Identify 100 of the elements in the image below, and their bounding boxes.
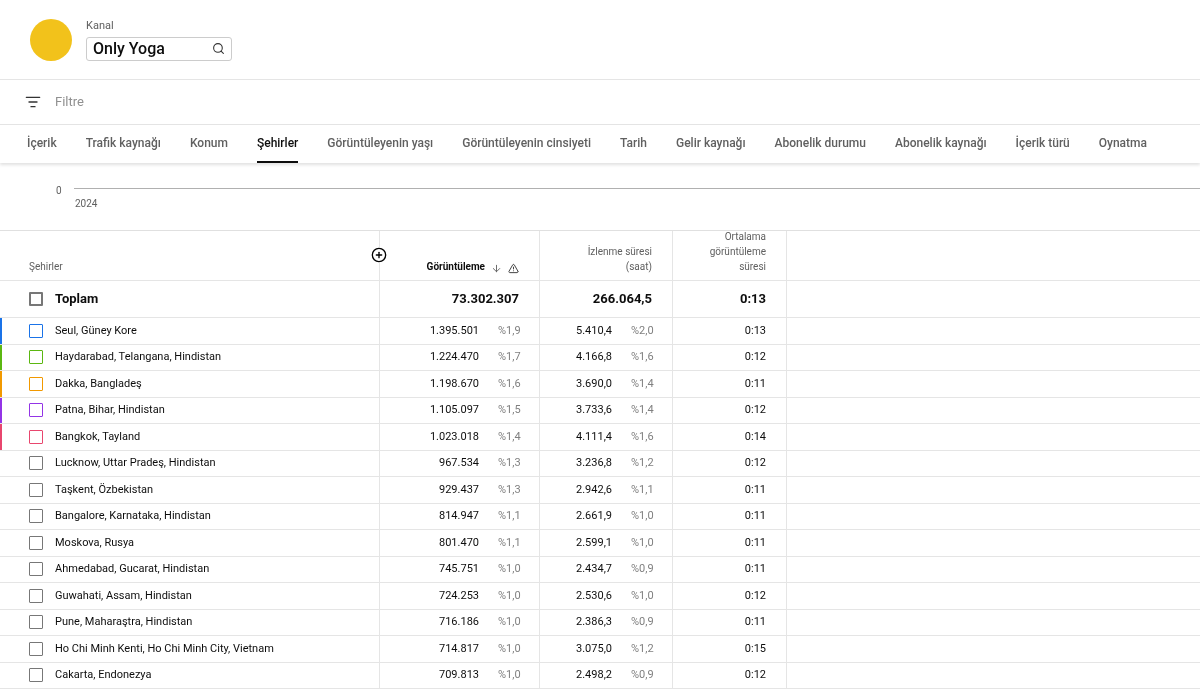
filter-field[interactable]: Filtre xyxy=(55,92,355,112)
checkbox[interactable] xyxy=(29,376,43,391)
views-percent: %1,6 xyxy=(498,375,519,392)
warning-icon xyxy=(508,263,519,274)
tab[interactable]: İçerik türü xyxy=(1015,125,1070,163)
avg-duration-value: 0:12 xyxy=(744,402,766,418)
watch-time-percent: %1,1 xyxy=(631,481,652,498)
watch-time-value: 2.942,6 xyxy=(576,481,612,498)
tab[interactable]: İçerik xyxy=(27,125,57,163)
views-percent: %1,0 xyxy=(498,614,519,630)
avg-duration-value: 0:14 xyxy=(744,428,766,445)
checkbox[interactable] xyxy=(29,456,43,471)
watch-time-value: 3.690,0 xyxy=(576,375,612,392)
tab[interactable]: Gelir kaynağı xyxy=(676,125,746,163)
total-value: 73.302.307 xyxy=(451,290,519,309)
views-percent: %1,0 xyxy=(498,667,519,683)
checkbox[interactable] xyxy=(29,641,43,656)
city-name: Bangalore, Karnataka, Hindistan xyxy=(55,508,211,524)
watch-time-value: 2.498,2 xyxy=(576,667,612,683)
watch-time-value: 5.410,4 xyxy=(576,322,612,339)
checkbox[interactable] xyxy=(29,292,43,306)
add-column-icon[interactable] xyxy=(371,247,387,263)
tab[interactable]: Görüntüleyenin yaşı xyxy=(327,125,434,163)
watch-time-value: 2.530,6 xyxy=(576,587,612,604)
avg-duration-value: 0:11 xyxy=(744,375,766,392)
city-name: Pune, Maharaştra, Hindistan xyxy=(55,614,193,630)
channel-search-field[interactable]: Only Yoga xyxy=(86,36,232,61)
total-value: 0:13 xyxy=(739,290,766,309)
chart-axis-label: 2024 xyxy=(75,197,98,211)
channel-avatar xyxy=(30,18,72,61)
city-name: Ahmedabad, Gucarat, Hindistan xyxy=(55,561,210,577)
tab[interactable]: Konum xyxy=(189,125,228,163)
checkbox[interactable] xyxy=(29,562,43,577)
avg-duration-value: 0:13 xyxy=(744,322,766,339)
city-name: Lucknow, Uttar Pradeş, Hindistan xyxy=(55,455,216,471)
watch-time-percent: %1,6 xyxy=(631,349,652,365)
checkbox[interactable] xyxy=(29,535,43,550)
tab[interactable]: Şehirler xyxy=(256,125,299,163)
tab[interactable]: Tarih xyxy=(620,125,647,163)
checkbox[interactable] xyxy=(29,429,43,444)
checkbox[interactable] xyxy=(29,323,43,338)
city-name: Cakarta, Endonezya xyxy=(55,667,152,683)
total-value: 266.064,5 xyxy=(592,290,652,309)
checkbox[interactable] xyxy=(29,350,43,365)
avg-duration-value: 0:12 xyxy=(744,349,766,365)
city-name: Bangkok, Tayland xyxy=(55,428,141,445)
watch-time-value: 4.166,8 xyxy=(576,349,612,365)
views-value: 1.224.470 xyxy=(429,349,479,365)
views-value: 801.470 xyxy=(439,534,479,551)
views-percent: %1,1 xyxy=(498,534,519,551)
checkbox[interactable] xyxy=(29,588,43,603)
avg-duration-value: 0:12 xyxy=(744,667,766,683)
views-percent: %1,0 xyxy=(498,587,519,604)
watch-time-percent: %1,0 xyxy=(631,534,652,551)
views-value: 709.813 xyxy=(439,667,479,683)
views-value: 1.023.018 xyxy=(429,428,479,445)
views-value: 714.817 xyxy=(439,640,479,657)
tab[interactable]: Oynatma xyxy=(1098,125,1147,163)
search-icon xyxy=(212,42,225,56)
city-name: Ho Chi Minh Kenti, Ho Chi Minh City, Vietnam xyxy=(55,640,274,657)
avg-duration-value: 0:12 xyxy=(744,587,766,604)
checkbox[interactable] xyxy=(29,403,43,418)
tab[interactable]: Görüntüleyenin cinsiyeti xyxy=(462,125,591,163)
watch-time-value: 4.111,4 xyxy=(576,428,612,445)
checkbox[interactable] xyxy=(29,668,43,683)
watch-time-value: 3.236,8 xyxy=(576,455,612,471)
sort-down-icon[interactable] xyxy=(491,263,502,274)
watch-time-percent: %0,9 xyxy=(631,667,652,683)
views-percent: %1,1 xyxy=(498,508,519,524)
avg-duration-value: 0:11 xyxy=(744,614,766,630)
column-header[interactable]: Ortalama görüntüleme süresi xyxy=(686,229,766,274)
checkbox[interactable] xyxy=(29,615,43,630)
column-header[interactable]: Şehirler xyxy=(29,259,63,274)
views-percent: %1,4 xyxy=(498,428,519,445)
avg-duration-value: 0:11 xyxy=(744,508,766,524)
city-name: Haydarabad, Telangana, Hindistan xyxy=(55,349,222,365)
views-value: 929.437 xyxy=(439,481,479,498)
views-value: 716.186 xyxy=(439,614,479,630)
watch-time-percent: %1,2 xyxy=(631,455,652,471)
column-header[interactable]: İzlenme süresi (saat) xyxy=(562,244,652,274)
city-name: Moskova, Rusya xyxy=(55,534,135,551)
tab[interactable]: Abonelik durumu xyxy=(774,125,866,163)
avg-duration-value: 0:15 xyxy=(744,640,766,657)
views-percent: %1,5 xyxy=(498,402,519,418)
watch-time-value: 2.599,1 xyxy=(576,534,612,551)
column-header[interactable]: Görüntüleme xyxy=(426,259,485,274)
checkbox[interactable] xyxy=(29,509,43,524)
views-value: 967.534 xyxy=(439,455,479,471)
city-name: Dakka, Bangladeş xyxy=(55,375,142,392)
tab[interactable]: Abonelik kaynağı xyxy=(895,125,987,163)
tab[interactable]: Trafik kaynağı xyxy=(85,125,161,163)
watch-time-percent: %2,0 xyxy=(631,322,652,339)
filter-icon[interactable] xyxy=(25,94,41,110)
city-name: Patna, Bihar, Hindistan xyxy=(55,402,165,418)
watch-time-percent: %1,0 xyxy=(631,587,652,604)
city-name: Guwahati, Assam, Hindistan xyxy=(55,587,192,604)
views-value: 724.253 xyxy=(439,587,479,604)
views-value: 745.751 xyxy=(439,561,479,577)
views-value: 1.198.670 xyxy=(429,375,479,392)
checkbox[interactable] xyxy=(29,482,43,497)
